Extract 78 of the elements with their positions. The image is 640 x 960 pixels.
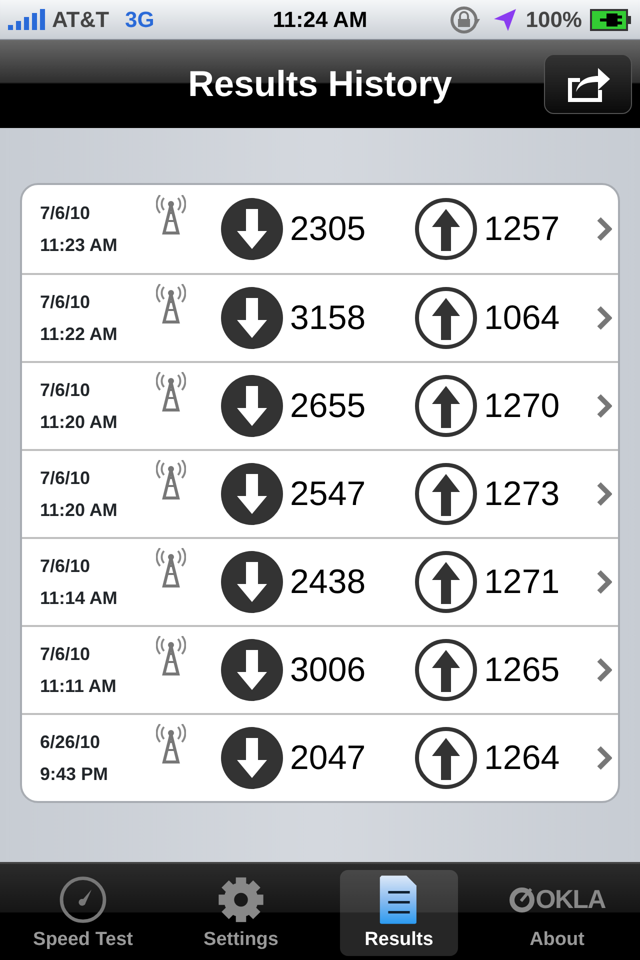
download-icon [220, 197, 284, 261]
antenna-icon [156, 724, 186, 764]
result-date: 7/6/10 [40, 467, 92, 490]
result-row[interactable]: 6/26/10 9:43 PM 2047 1264 [22, 713, 618, 801]
clock-label: 11:24 AM [272, 6, 368, 34]
result-time: 11:20 AM [40, 499, 118, 522]
chevron-icon [596, 745, 612, 771]
chevron-icon [596, 216, 612, 242]
result-time: 11:11 AM [40, 675, 118, 698]
location-icon [492, 6, 518, 32]
upload-icon [414, 286, 478, 350]
chevron-icon [596, 481, 612, 507]
download-icon [220, 374, 284, 438]
result-time: 11:22 AM [40, 323, 118, 346]
chevron-icon [596, 569, 612, 595]
result-time: 11:20 AM [40, 411, 118, 434]
carrier-label: AT&T [52, 6, 110, 34]
antenna-icon [156, 548, 186, 588]
result-row[interactable]: 7/6/10 11:14 AM 2438 1271 [22, 537, 618, 625]
download-icon [220, 462, 284, 526]
result-row[interactable]: 7/6/10 11:20 AM 2655 1270 [22, 361, 618, 449]
chevron-icon [596, 657, 612, 683]
antenna-icon [156, 636, 186, 676]
upload-icon [414, 197, 478, 261]
antenna-icon [156, 372, 186, 412]
download-icon [220, 286, 284, 350]
logo-text: OKLA [536, 883, 606, 916]
result-date: 7/6/10 [40, 379, 92, 402]
result-time: 11:23 AM [40, 234, 118, 257]
tab-button[interactable]: Results [340, 870, 458, 956]
result-row[interactable]: 7/6/10 11:11 AM 3006 1265 [22, 625, 618, 713]
upload-icon [414, 726, 478, 790]
antenna-icon [156, 284, 186, 324]
upload-value: 1265 [483, 650, 561, 690]
upload-icon [414, 550, 478, 614]
tab-button[interactable]: Speed Test [24, 870, 142, 956]
nav-title: Results History [186, 62, 454, 106]
share-button[interactable] [544, 54, 632, 114]
download-value: 2305 [289, 208, 367, 250]
upload-value: 1273 [483, 474, 561, 514]
result-row[interactable]: 7/6/10 11:23 AM 2305 1257 [22, 185, 618, 273]
result-date: 7/6/10 [40, 555, 92, 578]
battery-charging-icon [590, 8, 632, 32]
result-row[interactable]: 7/6/10 11:20 AM 2547 1273 [22, 449, 618, 537]
antenna-icon [156, 195, 186, 235]
result-date: 7/6/10 [40, 202, 92, 225]
result-date: 7/6/10 [40, 643, 92, 666]
result-date: 7/6/10 [40, 291, 92, 314]
download-value: 2547 [289, 474, 367, 514]
upload-value: 1271 [483, 562, 561, 602]
download-icon [220, 638, 284, 702]
download-value: 2655 [289, 386, 367, 426]
result-date: 6/26/10 [40, 731, 102, 754]
tab-button[interactable]: OKLA About [498, 870, 616, 956]
result-row[interactable]: 7/6/10 11:22 AM 3158 1064 [22, 273, 618, 361]
chevron-icon [596, 393, 612, 419]
download-value: 3006 [289, 650, 367, 690]
download-value: 3158 [289, 298, 367, 338]
upload-icon [414, 374, 478, 438]
download-value: 2047 [289, 738, 367, 778]
upload-value: 1264 [483, 738, 561, 778]
network-label: 3G [125, 6, 154, 34]
antenna-icon [156, 460, 186, 500]
upload-icon [414, 462, 478, 526]
download-icon [220, 550, 284, 614]
upload-value: 1270 [483, 386, 561, 426]
logo-icon [508, 886, 535, 913]
upload-value: 1257 [483, 208, 561, 250]
download-value: 2438 [289, 562, 367, 602]
upload-icon [414, 638, 478, 702]
tab-button[interactable]: Settings [182, 870, 300, 956]
download-icon [220, 726, 284, 790]
signal-icon [8, 8, 48, 30]
result-time: 9:43 PM [40, 763, 110, 786]
chevron-icon [596, 305, 612, 331]
battery-label: 100% [526, 6, 582, 34]
result-time: 11:14 AM [40, 587, 118, 610]
upload-value: 1064 [483, 298, 561, 338]
